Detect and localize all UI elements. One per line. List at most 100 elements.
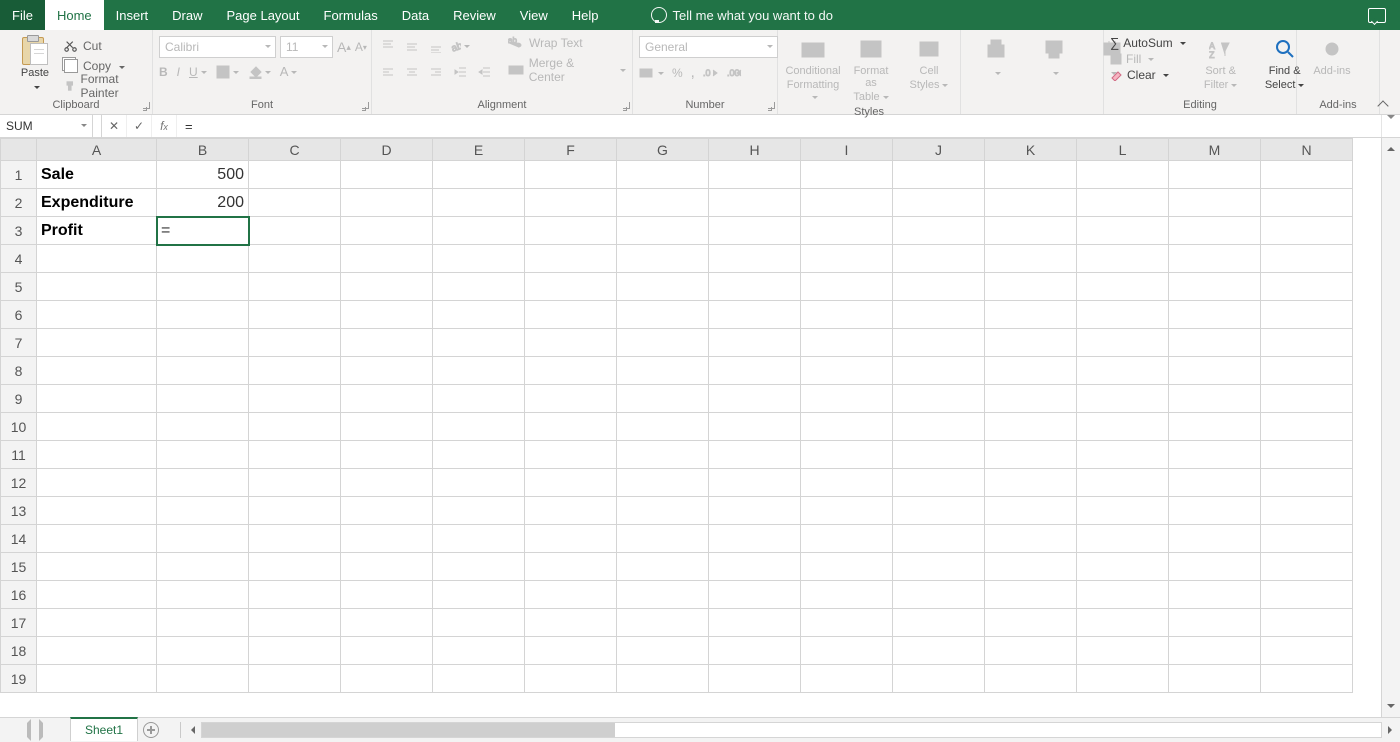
cell[interactable] bbox=[249, 469, 341, 497]
collapse-ribbon-button[interactable] bbox=[1376, 97, 1390, 111]
cell[interactable] bbox=[801, 329, 893, 357]
cell[interactable] bbox=[985, 357, 1077, 385]
cell[interactable] bbox=[525, 301, 617, 329]
cell[interactable] bbox=[1077, 581, 1169, 609]
cell[interactable] bbox=[1261, 329, 1353, 357]
sheet-nav[interactable] bbox=[0, 718, 70, 742]
cell[interactable] bbox=[709, 217, 801, 245]
paste-dropdown-icon[interactable] bbox=[31, 81, 40, 93]
cell[interactable] bbox=[37, 609, 157, 637]
cell[interactable] bbox=[801, 441, 893, 469]
cell[interactable] bbox=[341, 329, 433, 357]
row-header[interactable]: 11 bbox=[1, 441, 37, 469]
cell[interactable] bbox=[801, 245, 893, 273]
column-header[interactable]: F bbox=[525, 139, 617, 161]
cell[interactable] bbox=[617, 329, 709, 357]
next-sheet-icon[interactable] bbox=[39, 723, 47, 737]
alignment-launcher-icon[interactable] bbox=[618, 102, 628, 112]
cell[interactable] bbox=[709, 525, 801, 553]
tab-home[interactable]: Home bbox=[45, 0, 104, 30]
row-header[interactable]: 5 bbox=[1, 273, 37, 301]
cell[interactable] bbox=[893, 189, 985, 217]
cell[interactable] bbox=[1077, 609, 1169, 637]
cell[interactable] bbox=[801, 469, 893, 497]
new-sheet-button[interactable] bbox=[138, 718, 164, 742]
cell[interactable] bbox=[1077, 665, 1169, 693]
row-header[interactable]: 2 bbox=[1, 189, 37, 217]
cell[interactable] bbox=[617, 385, 709, 413]
name-box[interactable]: SUM bbox=[0, 115, 93, 137]
cell[interactable] bbox=[1169, 637, 1261, 665]
cell[interactable] bbox=[1169, 441, 1261, 469]
fill-color-button[interactable] bbox=[248, 65, 271, 79]
column-header[interactable]: C bbox=[249, 139, 341, 161]
cell[interactable] bbox=[709, 665, 801, 693]
cell[interactable] bbox=[249, 217, 341, 245]
cell[interactable] bbox=[157, 525, 249, 553]
cell[interactable] bbox=[617, 497, 709, 525]
cell[interactable] bbox=[525, 441, 617, 469]
cell[interactable] bbox=[249, 301, 341, 329]
cell[interactable] bbox=[709, 469, 801, 497]
row-header[interactable]: 12 bbox=[1, 469, 37, 497]
cell[interactable] bbox=[433, 525, 525, 553]
format-as-table-button[interactable]: Format as Table bbox=[842, 33, 900, 105]
cell[interactable] bbox=[249, 273, 341, 301]
tab-file[interactable]: File bbox=[0, 0, 45, 30]
cell[interactable] bbox=[617, 413, 709, 441]
column-header[interactable]: G bbox=[617, 139, 709, 161]
cell[interactable] bbox=[1169, 217, 1261, 245]
decrease-font-icon[interactable]: A▾ bbox=[355, 36, 367, 58]
cell[interactable] bbox=[249, 161, 341, 189]
column-header[interactable]: K bbox=[985, 139, 1077, 161]
cell[interactable] bbox=[709, 497, 801, 525]
align-left-icon[interactable] bbox=[378, 62, 398, 82]
horizontal-scrollbar[interactable] bbox=[201, 722, 1382, 738]
cell[interactable] bbox=[709, 413, 801, 441]
cell[interactable] bbox=[985, 497, 1077, 525]
cell[interactable] bbox=[249, 525, 341, 553]
cell[interactable] bbox=[1077, 301, 1169, 329]
italic-button[interactable]: I bbox=[177, 65, 180, 79]
cell[interactable] bbox=[249, 413, 341, 441]
column-header[interactable]: N bbox=[1261, 139, 1353, 161]
cell[interactable] bbox=[893, 581, 985, 609]
scroll-right-button[interactable] bbox=[1384, 722, 1400, 738]
cell[interactable] bbox=[341, 161, 433, 189]
cell[interactable] bbox=[341, 581, 433, 609]
cell[interactable] bbox=[801, 525, 893, 553]
row-header[interactable]: 14 bbox=[1, 525, 37, 553]
cell[interactable] bbox=[1261, 469, 1353, 497]
cell[interactable] bbox=[341, 525, 433, 553]
cell[interactable] bbox=[617, 245, 709, 273]
row-header[interactable]: 1 bbox=[1, 161, 37, 189]
cell[interactable] bbox=[37, 441, 157, 469]
cell[interactable] bbox=[801, 189, 893, 217]
cell[interactable] bbox=[1261, 441, 1353, 469]
font-size-combo[interactable]: 11 bbox=[280, 36, 333, 58]
cell[interactable] bbox=[801, 385, 893, 413]
clear-button[interactable]: Clear bbox=[1110, 68, 1186, 82]
cell[interactable] bbox=[1261, 217, 1353, 245]
cell[interactable] bbox=[893, 357, 985, 385]
cell[interactable] bbox=[249, 385, 341, 413]
cell[interactable] bbox=[893, 497, 985, 525]
cell[interactable] bbox=[157, 665, 249, 693]
cell[interactable]: Expenditure bbox=[37, 189, 157, 217]
number-launcher-icon[interactable] bbox=[763, 102, 773, 112]
cell[interactable] bbox=[1261, 385, 1353, 413]
tell-me-search[interactable]: Tell me what you want to do bbox=[651, 7, 833, 23]
cell[interactable] bbox=[157, 245, 249, 273]
row-header[interactable]: 6 bbox=[1, 301, 37, 329]
cell[interactable] bbox=[617, 665, 709, 693]
cell[interactable]: Sale bbox=[37, 161, 157, 189]
cell[interactable] bbox=[985, 441, 1077, 469]
cell[interactable] bbox=[341, 441, 433, 469]
cell[interactable] bbox=[801, 217, 893, 245]
cell[interactable] bbox=[985, 217, 1077, 245]
cell[interactable] bbox=[157, 497, 249, 525]
insert-function-button[interactable]: fx bbox=[152, 115, 177, 137]
cell[interactable] bbox=[525, 581, 617, 609]
cell[interactable] bbox=[433, 609, 525, 637]
cell[interactable] bbox=[893, 609, 985, 637]
